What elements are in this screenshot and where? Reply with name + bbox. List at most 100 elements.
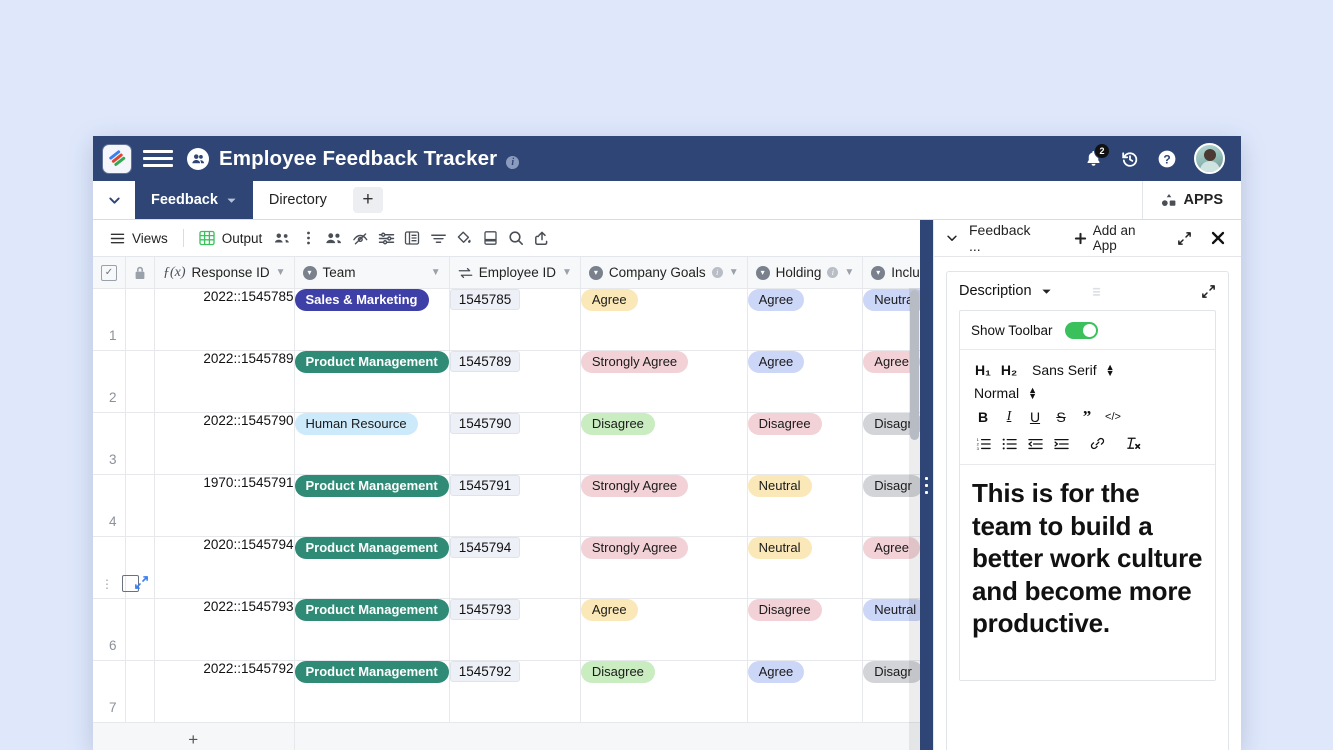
italic-button[interactable]: I xyxy=(996,405,1022,428)
table-scroll-area[interactable]: ✓ xyxy=(93,257,920,750)
filter-icon[interactable] xyxy=(425,225,451,251)
cell-company-goals[interactable]: Disagree xyxy=(580,413,747,475)
table-row[interactable]: 22022::1545789Product Management1545789S… xyxy=(93,351,920,413)
chevron-down-icon[interactable]: ▼ xyxy=(431,267,441,278)
history-icon[interactable] xyxy=(1120,149,1140,169)
col-select-all[interactable]: ✓ xyxy=(93,257,126,289)
row-index-cell[interactable]: 1 xyxy=(93,289,126,351)
cell-response-id[interactable]: 1970::1545791 xyxy=(155,475,295,537)
value-pill[interactable]: Agree xyxy=(581,289,638,311)
show-toolbar-toggle[interactable] xyxy=(1065,322,1098,339)
value-pill[interactable]: Product Management xyxy=(295,537,449,559)
value-pill[interactable]: Agree xyxy=(748,351,805,373)
table-row[interactable]: 41970::1545791Product Management1545791S… xyxy=(93,475,920,537)
cell-holding[interactable]: Neutral xyxy=(747,475,863,537)
row-expand-cell[interactable] xyxy=(126,599,155,661)
linked-record-chip[interactable]: 1545785 xyxy=(450,289,521,310)
linked-record-chip[interactable]: 1545792 xyxy=(450,661,521,682)
col-holding[interactable]: ▾ Holding i ▼ xyxy=(747,257,863,289)
chevron-down-icon[interactable] xyxy=(1041,286,1052,297)
checkbox-icon[interactable]: ✓ xyxy=(101,265,117,281)
value-pill[interactable]: Disagree xyxy=(581,413,655,435)
chevron-down-icon[interactable] xyxy=(945,231,959,245)
value-pill[interactable]: Neutral xyxy=(748,537,812,559)
settings-sliders-icon[interactable] xyxy=(373,225,399,251)
value-pill[interactable]: Disagree xyxy=(581,661,655,683)
cell-company-goals[interactable]: Strongly Agree xyxy=(580,475,747,537)
color-fill-icon[interactable] xyxy=(451,225,477,251)
heading-2-button[interactable]: H₂ xyxy=(996,358,1022,381)
strikethrough-button[interactable]: S xyxy=(1048,405,1074,428)
linked-record-chip[interactable]: 1545793 xyxy=(450,599,521,620)
heading-1-button[interactable]: H₁ xyxy=(970,358,996,381)
output-button[interactable]: Output xyxy=(192,225,270,251)
cell-employee-id[interactable]: 1545789 xyxy=(449,351,580,413)
vertical-scrollbar[interactable] xyxy=(909,288,920,750)
add-an-app-button[interactable]: Add an App xyxy=(1074,223,1162,253)
app-logo[interactable] xyxy=(103,145,131,173)
link-icon[interactable] xyxy=(1084,432,1110,455)
value-pill[interactable]: Strongly Agree xyxy=(581,351,688,373)
cell-holding[interactable]: Disagree xyxy=(747,599,863,661)
value-pill[interactable]: Sales & Marketing xyxy=(295,289,429,311)
value-pill[interactable]: Product Management xyxy=(295,351,449,373)
chevron-down-icon[interactable] xyxy=(226,195,237,206)
value-pill[interactable]: Agree xyxy=(748,661,805,683)
chevron-down-icon[interactable]: ▼ xyxy=(276,267,286,278)
drag-grip-icon[interactable] xyxy=(1091,285,1102,298)
row-expand-cell[interactable] xyxy=(126,475,155,537)
cell-team[interactable]: Sales & Marketing xyxy=(294,289,449,351)
col-response-id[interactable]: ƒ(x) Response ID ▼ xyxy=(155,257,295,289)
cell-company-goals[interactable]: Disagree xyxy=(580,661,747,723)
value-pill[interactable]: Disagree xyxy=(748,599,822,621)
cell-company-goals[interactable]: Strongly Agree xyxy=(580,537,747,599)
ordered-list-icon[interactable]: 123 xyxy=(970,432,996,455)
group-people-icon[interactable] xyxy=(269,225,295,251)
cell-employee-id[interactable]: 1545791 xyxy=(449,475,580,537)
row-expand-cell[interactable] xyxy=(126,537,155,599)
search-icon[interactable] xyxy=(503,225,529,251)
cell-response-id[interactable]: 2022::1545792 xyxy=(155,661,295,723)
value-pill[interactable]: Product Management xyxy=(295,475,449,497)
cell-holding[interactable]: Agree xyxy=(747,661,863,723)
row-height-icon[interactable] xyxy=(399,225,425,251)
cell-company-goals[interactable]: Strongly Agree xyxy=(580,351,747,413)
tab-directory[interactable]: Directory xyxy=(253,181,343,219)
value-pill[interactable]: Human Resource xyxy=(295,413,418,435)
cell-employee-id[interactable]: 1545785 xyxy=(449,289,580,351)
value-pill[interactable]: Agree xyxy=(748,289,805,311)
summary-icon[interactable] xyxy=(477,225,503,251)
value-pill[interactable]: Disagree xyxy=(748,413,822,435)
views-button[interactable]: Views xyxy=(103,225,175,251)
help-icon[interactable]: ? xyxy=(1157,149,1177,169)
chevron-down-icon[interactable]: ▼ xyxy=(729,267,739,278)
cell-team[interactable]: Human Resource xyxy=(294,413,449,475)
col-employee-id[interactable]: Employee ID ▼ xyxy=(449,257,580,289)
cell-employee-id[interactable]: 1545794 xyxy=(449,537,580,599)
cell-response-id[interactable]: 2022::1545793 xyxy=(155,599,295,661)
cell-company-goals[interactable]: Agree xyxy=(580,289,747,351)
outdent-icon[interactable] xyxy=(1022,432,1048,455)
clear-format-icon[interactable] xyxy=(1120,432,1146,455)
code-block-button[interactable]: </> xyxy=(1100,405,1126,428)
hamburger-icon[interactable] xyxy=(143,144,173,174)
cell-holding[interactable]: Disagree xyxy=(747,413,863,475)
expand-icon[interactable] xyxy=(1172,226,1196,250)
chevron-down-icon[interactable]: ▼ xyxy=(562,267,572,278)
linked-record-chip[interactable]: 1545789 xyxy=(450,351,521,372)
tabs-collapse-chevron-down-icon[interactable] xyxy=(93,181,135,219)
cell-response-id[interactable]: 2022::1545790 xyxy=(155,413,295,475)
expand-record-icon[interactable] xyxy=(134,575,149,590)
value-pill[interactable]: Product Management xyxy=(295,661,449,683)
info-icon[interactable]: i xyxy=(827,267,838,278)
value-pill[interactable]: Agree xyxy=(581,599,638,621)
blockquote-button[interactable]: ” xyxy=(1074,405,1100,428)
expand-icon[interactable] xyxy=(1201,284,1216,299)
cell-company-goals[interactable]: Agree xyxy=(580,599,747,661)
cell-employee-id[interactable]: 1545790 xyxy=(449,413,580,475)
more-vertical-icon[interactable] xyxy=(295,225,321,251)
underline-button[interactable]: U xyxy=(1022,405,1048,428)
row-expand-cell[interactable] xyxy=(126,661,155,723)
pane-splitter[interactable] xyxy=(920,220,933,750)
row-index-cell[interactable]: 7 xyxy=(93,661,126,723)
